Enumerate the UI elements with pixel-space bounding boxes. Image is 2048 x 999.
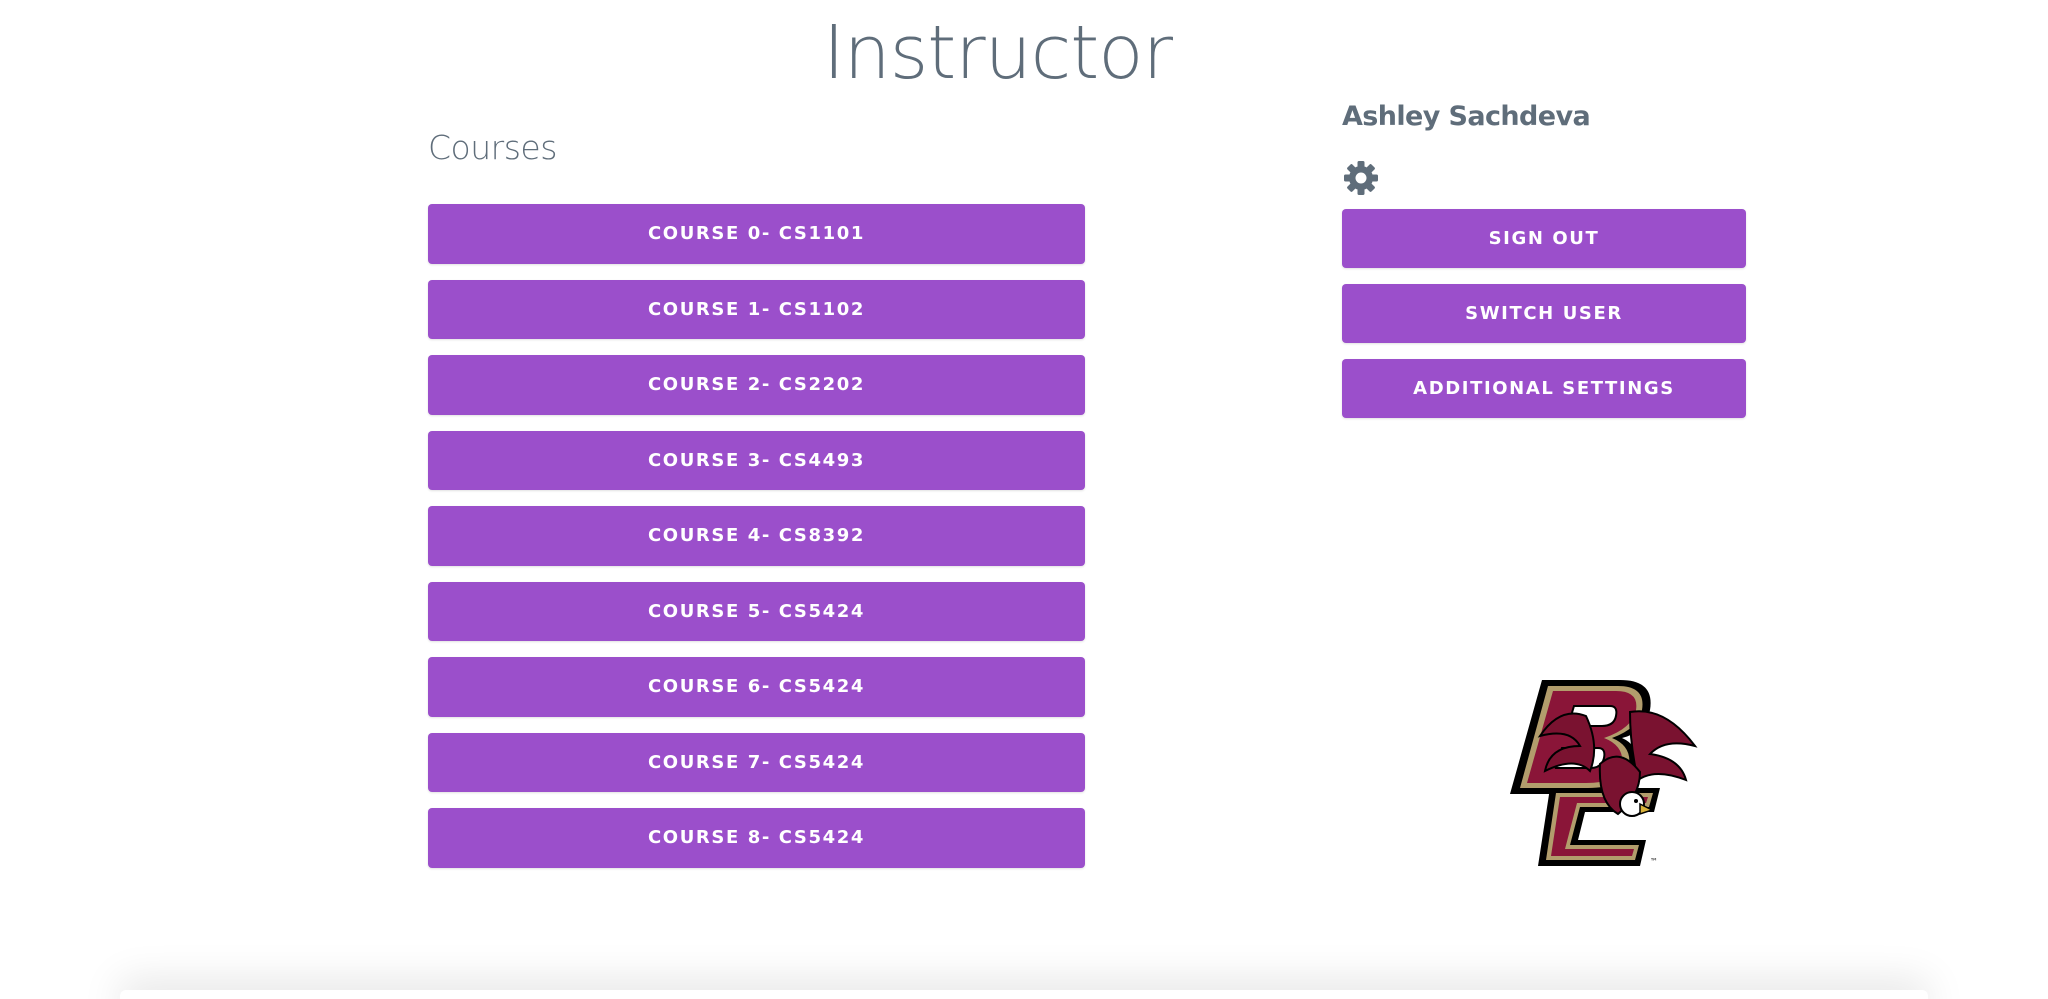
course-button-1[interactable]: COURSE 1- CS1102 (428, 279, 1085, 339)
course-button-2[interactable]: COURSE 2- CS2202 (428, 355, 1085, 415)
courses-heading: Courses (428, 128, 557, 167)
page-title: Instructor (822, 10, 1173, 96)
additional-settings-button[interactable]: ADDITIONAL SETTINGS (1342, 359, 1746, 418)
course-button-6[interactable]: COURSE 6- CS5424 (428, 657, 1085, 717)
course-button-8[interactable]: COURSE 8- CS5424 (428, 808, 1085, 868)
course-button-3[interactable]: COURSE 3- CS4493 (428, 430, 1085, 490)
course-list: COURSE 0- CS1101 COURSE 1- CS1102 COURSE… (428, 204, 1085, 868)
user-name: Ashley Sachdeva (1342, 101, 1591, 132)
course-button-5[interactable]: COURSE 5- CS5424 (428, 581, 1085, 641)
course-button-7[interactable]: COURSE 7- CS5424 (428, 732, 1085, 792)
switch-user-button[interactable]: SWITCH USER (1342, 284, 1746, 343)
course-button-0[interactable]: COURSE 0- CS1101 (428, 204, 1085, 264)
footer-panel-edge (120, 990, 1928, 999)
gear-icon[interactable] (1342, 159, 1380, 197)
bc-eagle-logo: ™ (1490, 676, 1700, 868)
trademark-mark: ™ (1650, 857, 1658, 866)
instructor-page: Instructor Courses COURSE 0- CS1101 COUR… (0, 0, 2048, 999)
sign-out-button[interactable]: SIGN OUT (1342, 209, 1746, 268)
course-button-4[interactable]: COURSE 4- CS8392 (428, 506, 1085, 566)
account-actions: SIGN OUT SWITCH USER ADDITIONAL SETTINGS (1342, 209, 1746, 418)
